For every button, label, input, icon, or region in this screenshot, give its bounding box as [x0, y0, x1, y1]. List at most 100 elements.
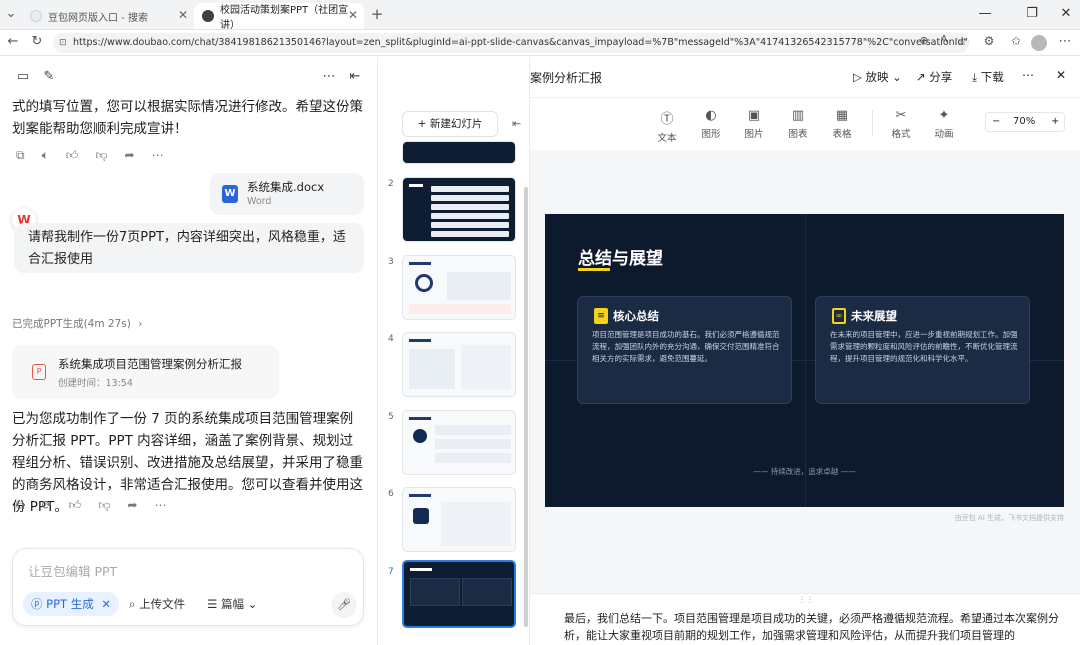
- browser-tabbar: ⌄ 豆包网页版入口 - 搜索 ✕ 校园活动策划案PPT（社团宣讲） ✕ + — …: [0, 0, 1080, 31]
- ppt-result-card[interactable]: P 系统集成项目范围管理案例分析汇报 创建时间：13:54: [12, 345, 279, 399]
- chat-input[interactable]: 让豆包编辑 PPT: [28, 561, 117, 580]
- profile-avatar[interactable]: [1031, 35, 1047, 51]
- image-icon: ▣: [747, 108, 761, 123]
- table-icon: ▦: [835, 108, 849, 123]
- thumbs-down-icon[interactable]: 👎︎: [98, 498, 110, 513]
- share-button[interactable]: ↗ 分享: [916, 69, 952, 85]
- more-options-icon[interactable]: ⋯: [320, 69, 338, 84]
- thumb-title-line: [409, 184, 423, 187]
- ppt-generate-chip[interactable]: ⓟ PPT 生成 ✕: [23, 592, 120, 616]
- chip-close-icon[interactable]: ✕: [101, 597, 111, 611]
- outlook-card[interactable]: ∞ 未来展望 在未来的项目管理中，应进一步重视前期规划工作。加强需求管理的颗粒度…: [815, 296, 1030, 404]
- new-chat-edit-icon[interactable]: ✎: [40, 69, 58, 84]
- slide-thumbnail[interactable]: [402, 410, 516, 475]
- chip-label: 上传文件: [139, 597, 186, 611]
- extensions-icon[interactable]: ⚙: [980, 34, 998, 48]
- thumbs-scrollbar[interactable]: [524, 187, 528, 627]
- slide-thumbnail[interactable]: [402, 487, 516, 552]
- zoom-icon[interactable]: ⊕: [915, 34, 933, 47]
- attachment-type: Word: [247, 196, 272, 207]
- status-text: 已完成PPT生成(4m 27s): [12, 318, 131, 330]
- share-icon[interactable]: ➦: [125, 148, 135, 163]
- maximize-icon[interactable]: ❐: [1022, 6, 1042, 21]
- tool-label: 表格: [832, 129, 852, 140]
- tool-text[interactable]: Ⓣ 文本: [649, 108, 685, 144]
- share-label: 分享: [929, 70, 953, 84]
- microphone-icon[interactable]: 🎤︎: [331, 592, 357, 618]
- close-tab-icon[interactable]: ✕: [348, 8, 358, 22]
- tab-ppt[interactable]: 校园活动策划案PPT（社团宣讲） ✕: [194, 3, 364, 31]
- summary-card[interactable]: ≡ 核心总结 项目范围管理是项目成功的基石。我们必须严格遵循规范流程，加强团队内…: [577, 296, 792, 404]
- regenerate-icon[interactable]: ⟳: [42, 498, 52, 513]
- new-slide-button[interactable]: + 新建幻灯片: [402, 111, 498, 137]
- zoom-in-icon[interactable]: +: [1051, 113, 1059, 131]
- user-message-bubble: 请帮我制作一份7页PPT，内容详细突出，风格稳重，适合汇报使用: [14, 223, 364, 273]
- back-arrow-icon[interactable]: ←: [4, 34, 22, 49]
- read-aloud-icon[interactable]: A: [935, 34, 953, 45]
- download-label: 下载: [980, 70, 1004, 84]
- more-icon[interactable]: ⋯: [154, 498, 166, 513]
- play-icon: ▷: [853, 70, 862, 84]
- speaker-icon[interactable]: 🔈︎: [42, 148, 49, 163]
- chart-icon: ▥: [791, 108, 805, 123]
- slide-thumbnail-selected[interactable]: [402, 560, 516, 628]
- chat-input-box: 让豆包编辑 PPT ⓟ PPT 生成 ✕ ⌕ 上传文件 ☰ 篇幅 ⌄ 🎤︎: [12, 548, 364, 626]
- tool-format[interactable]: ✂ 格式: [883, 108, 919, 140]
- message-actions: ⧉ ⟳ 👍︎ 👎︎ ➦ ⋯: [16, 498, 166, 513]
- url-field[interactable]: ⊡ https://www.doubao.com/chat/3841981862…: [53, 33, 969, 53]
- zoom-out-icon[interactable]: −: [992, 113, 1000, 131]
- tool-shape[interactable]: ◐ 图形: [693, 108, 729, 140]
- user-message-text: 请帮我制作一份7页PPT，内容详细突出，风格稳重，适合汇报使用: [28, 230, 346, 267]
- tab-title: 校园活动策划案PPT（社团宣讲）: [220, 5, 349, 31]
- zoom-value[interactable]: 70%: [1013, 113, 1035, 131]
- thumbs-up-icon[interactable]: 👍︎: [66, 148, 79, 163]
- close-tab-icon[interactable]: ✕: [178, 8, 188, 22]
- drag-handle-icon[interactable]: ⋮⋮: [798, 595, 814, 604]
- tab-search[interactable]: 豆包网页版入口 - 搜索 ✕: [22, 3, 194, 29]
- favorite-star-icon[interactable]: ☆: [953, 34, 971, 48]
- download-button[interactable]: ⤓ 下载: [972, 69, 1004, 85]
- new-tab-plus-icon[interactable]: +: [368, 5, 386, 23]
- browser-menu-icon[interactable]: ⋯: [1056, 34, 1074, 49]
- minimize-icon[interactable]: —: [975, 6, 995, 21]
- slide-thumbnail[interactable]: [402, 177, 516, 242]
- tool-label: 文本: [657, 133, 677, 144]
- attachment-card[interactable]: W 系统集成.docx Word: [210, 173, 364, 215]
- current-slide[interactable]: 总结与展望 ≡ 核心总结 项目范围管理是项目成功的基石。我们必须严格遵循规范流程…: [545, 214, 1064, 507]
- chip-label: 篇幅: [220, 597, 244, 611]
- share-icon[interactable]: ➦: [127, 498, 137, 513]
- editor-toolbar: Ⓣ 文本 ◐ 图形 ▣ 图片 ▥ 图表 ▦ 表格 ✂ 格式 ✦ 动画 − 70% +: [530, 98, 1080, 150]
- generation-status[interactable]: 已完成PPT生成(4m 27s) ›: [12, 316, 142, 331]
- slide-title[interactable]: 总结与展望: [578, 244, 663, 269]
- copy-icon[interactable]: ⧉: [16, 148, 25, 163]
- tool-image[interactable]: ▣ 图片: [736, 108, 772, 140]
- play-button[interactable]: ▷ 放映 ⌄: [853, 69, 902, 85]
- refresh-icon[interactable]: ↻: [28, 34, 46, 49]
- slide-thumbnail[interactable]: [402, 332, 516, 397]
- more-icon[interactable]: ⋯: [152, 148, 164, 163]
- card-body: 在未来的项目管理中，应进一步重视前期规划工作。加强需求管理的颗粒度和风险评估的前…: [830, 330, 1018, 363]
- slide-thumbnail[interactable]: [402, 255, 516, 320]
- collections-icon[interactable]: ✩: [1007, 34, 1025, 48]
- slide-thumbnail[interactable]: [402, 141, 516, 164]
- sidebar-toggle-icon[interactable]: ▭: [14, 69, 32, 84]
- upload-file-button[interactable]: ⌕ 上传文件: [121, 592, 193, 616]
- window-close-icon[interactable]: ✕: [1056, 6, 1076, 21]
- tool-animation[interactable]: ✦ 动画: [926, 108, 962, 140]
- tool-label: 图形: [701, 129, 721, 140]
- tool-table[interactable]: ▦ 表格: [824, 108, 860, 140]
- tool-chart[interactable]: ▥ 图表: [780, 108, 816, 140]
- collapse-panel-icon[interactable]: ⇤: [346, 69, 364, 84]
- copy-icon[interactable]: ⧉: [16, 498, 25, 513]
- tab-menu-chevron-icon[interactable]: ⌄: [2, 6, 20, 21]
- thumbs-down-icon[interactable]: 👎︎: [95, 148, 107, 163]
- chip-label: PPT 生成: [46, 597, 94, 611]
- close-editor-icon[interactable]: ✕: [1056, 68, 1066, 82]
- tool-label: 图片: [744, 129, 764, 140]
- collapse-thumbs-icon[interactable]: ⇤: [512, 117, 521, 130]
- speaker-notes[interactable]: ⋮⋮ 最后，我们总结一下。项目范围管理是项目成功的关键，必须严格遵循规范流程。希…: [530, 593, 1080, 645]
- length-select-button[interactable]: ☰ 篇幅 ⌄: [199, 592, 265, 616]
- slide-number: 6: [388, 489, 394, 499]
- more-options-icon[interactable]: ⋯: [1022, 68, 1034, 82]
- thumbs-up-icon[interactable]: 👍︎: [69, 498, 82, 513]
